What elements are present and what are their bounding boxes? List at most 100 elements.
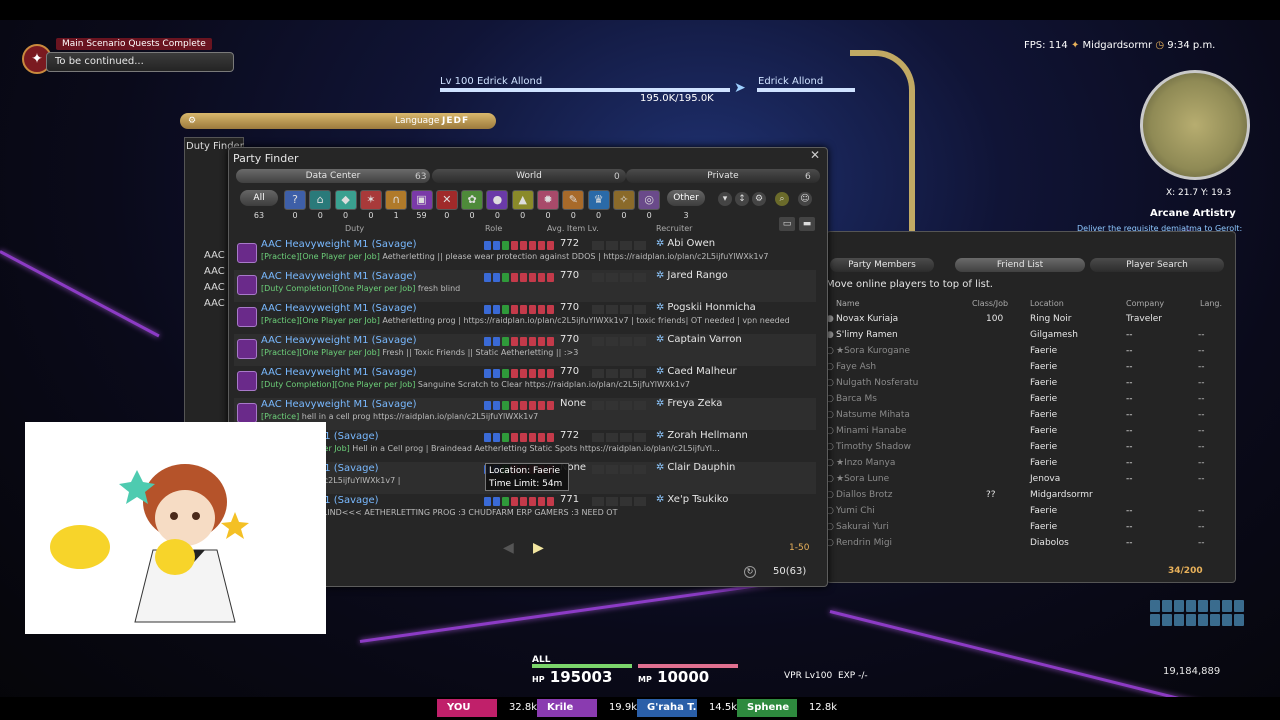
role-slot-icon	[511, 337, 518, 346]
category-roulette-icon[interactable]: ?	[284, 190, 306, 210]
role-slot-icon	[547, 497, 554, 506]
duty-finder-row[interactable]: AAC	[204, 282, 225, 293]
column-company[interactable]: Company	[1126, 299, 1164, 308]
category-treasure-hunt-icon[interactable]: ▲	[511, 190, 534, 210]
duty-finder-row[interactable]: AAC	[204, 250, 225, 261]
category-count: 0	[292, 211, 298, 220]
friend-row[interactable]: ○ Natsume Mihata Faerie -- --	[826, 408, 1226, 424]
friend-row[interactable]: ○ ★Sora Lune Jenova -- --	[826, 472, 1226, 488]
settings-gear-icon[interactable]: ⚙	[752, 192, 766, 206]
friend-row[interactable]: ○ Yumi Chi Faerie -- --	[826, 504, 1226, 520]
role-slot-icon	[493, 241, 500, 250]
recruiter-name: Abi Owen	[667, 238, 716, 249]
view-compact-icon[interactable]: ▭	[779, 217, 795, 231]
category-count: 59	[416, 211, 427, 220]
category-v-and-c-dungeon-icon[interactable]: ◎	[638, 190, 661, 210]
category-count: 0	[570, 211, 576, 220]
category-gathering-forays-icon[interactable]: ✎	[562, 190, 585, 210]
role-slot-icon	[538, 305, 545, 314]
gear-icon[interactable]: ⚙	[188, 113, 196, 129]
quest-text[interactable]: To be continued...	[46, 52, 234, 72]
category-raids-icon[interactable]: ∩	[385, 190, 408, 210]
listing-comment: Sanguine Scratch to Clear https://raidpl…	[415, 380, 690, 389]
category-pvp-icon[interactable]: ✕	[435, 190, 458, 210]
category-high-end-duty-icon[interactable]: ▣	[410, 190, 433, 210]
close-icon[interactable]: ✕	[810, 148, 820, 162]
role-slot-icon	[484, 401, 491, 410]
duty-finder-row[interactable]: AAC	[204, 298, 225, 309]
listing-description: [Duty Completion][One Player per Job] fr…	[261, 284, 816, 293]
minimap[interactable]	[1140, 70, 1250, 180]
listing-row[interactable]: AAC Heavyweight M1 (Savage) [Practice][On…	[234, 334, 816, 366]
friend-company: --	[1126, 346, 1133, 356]
target-name-left[interactable]: Lv 100 Edrick Allond	[440, 76, 542, 87]
category-quest-battles-icon[interactable]: ✿	[461, 190, 484, 210]
friend-row[interactable]: ○ Nulgath Nosferatu Faerie -- --	[826, 376, 1226, 392]
tab-party-members[interactable]: Party Members	[830, 258, 934, 272]
quest-tracker-title[interactable]: Arcane Artistry	[1150, 208, 1236, 219]
search-icon[interactable]: ⌕	[775, 192, 789, 206]
category-deep-dungeons-icon[interactable]: ♛	[587, 190, 610, 210]
filter-icon[interactable]: ▾	[718, 192, 732, 206]
listing-item-level: 770	[560, 302, 580, 313]
category-dungeons-icon[interactable]: ⌂	[309, 190, 332, 210]
column-location[interactable]: Location	[1030, 299, 1064, 308]
friend-row[interactable]: ● S'limy Ramen Gilgamesh -- --	[826, 328, 1226, 344]
hotbar[interactable]	[1150, 600, 1246, 626]
sort-icon[interactable]: ↕	[735, 192, 749, 206]
tab-player-search[interactable]: Player Search	[1090, 258, 1224, 272]
friend-row[interactable]: ○ Sakurai Yuri Faerie -- --	[826, 520, 1226, 536]
previous-page-icon[interactable]: ◀	[503, 540, 514, 556]
recruit-members-icon[interactable]: ☺	[798, 192, 812, 206]
target-of-target-name[interactable]: Edrick Allond	[758, 76, 823, 87]
other-category-button[interactable]: Other	[667, 190, 705, 206]
mp-label: MP	[638, 675, 652, 684]
duty-finder-row[interactable]: AAC	[204, 266, 225, 277]
category-fates-icon[interactable]: ●	[486, 190, 509, 210]
role-slot-icon	[529, 401, 536, 410]
gil-counter: 19,184,889	[1163, 666, 1221, 677]
friend-row[interactable]: ○ Barca Ms Faerie -- --	[826, 392, 1226, 408]
listing-row[interactable]: AAC Heavyweight M1 (Savage) [Duty Complet…	[234, 366, 816, 398]
status-line: FPS: 114 ✦ Midgardsormr ◷ 9:34 p.m.	[1024, 40, 1215, 51]
friend-row[interactable]: ○ ★Inzo Manya Faerie -- --	[826, 456, 1226, 472]
friend-row[interactable]: ○ Diallos Brotz?? Midgardsormr	[826, 488, 1226, 504]
tab-friend-list[interactable]: Friend List	[955, 258, 1085, 272]
role-slot-icon	[484, 273, 491, 282]
category-count: 0	[343, 211, 349, 220]
tab-data-center[interactable]: Data Center	[236, 169, 430, 183]
friend-row[interactable]: ○ Timothy Shadow Faerie -- --	[826, 440, 1226, 456]
role-slot-icon	[511, 273, 518, 282]
role-slot-icon	[529, 305, 536, 314]
tab-private[interactable]: Private	[626, 169, 820, 183]
friend-row[interactable]: ○ Faye Ash Faerie -- --	[826, 360, 1226, 376]
category-trials-icon[interactable]: ✶	[359, 190, 382, 210]
language-bar[interactable]: ⚙ Language JEDF	[180, 113, 496, 129]
category-guildhests-icon[interactable]: ◆	[334, 190, 357, 210]
listing-row[interactable]: AAC Heavyweight M1 (Savage) [Practice][On…	[234, 238, 816, 270]
friend-row[interactable]: ○ ★Sora Kurogane Faerie -- --	[826, 344, 1226, 360]
recruiter-name: Zorah Hellmann	[667, 430, 748, 441]
target-of-target-hp-bar	[757, 88, 855, 92]
friend-language: --	[1198, 458, 1205, 468]
friend-row[interactable]: ● Novax Kuriaja 100 Ring Noir Traveler	[826, 312, 1226, 328]
listing-row[interactable]: AAC Heavyweight M1 (Savage) [Duty Complet…	[234, 270, 816, 302]
all-category-button[interactable]: All	[240, 190, 278, 206]
role-slot-icon	[529, 273, 536, 282]
role-slot-icon	[529, 369, 536, 378]
tab-world[interactable]: World	[432, 169, 626, 183]
column-class-job[interactable]: Class/Job	[972, 299, 1008, 308]
listing-row[interactable]: AAC Heavyweight M1 (Savage) [Practice][On…	[234, 302, 816, 334]
category-the-hunt-icon[interactable]: ✹	[537, 190, 559, 210]
view-detailed-icon[interactable]: ▬	[799, 217, 815, 231]
refresh-icon[interactable]: ↻	[744, 566, 756, 578]
category-adventuring-forays-icon[interactable]: ✧	[612, 190, 635, 210]
role-slots	[484, 433, 559, 443]
next-page-icon[interactable]: ▶	[533, 540, 544, 556]
column-name[interactable]: Name	[836, 299, 860, 308]
friend-row[interactable]: ○ Rendrin Migi Diabolos -- --	[826, 536, 1226, 552]
friend-row[interactable]: ○ Minami Hanabe Faerie -- --	[826, 424, 1226, 440]
column-language[interactable]: Lang.	[1200, 299, 1222, 308]
world-visitor-icon: ✲	[656, 334, 665, 345]
listing-comment: Aetherletting || please wear protection …	[379, 252, 769, 261]
